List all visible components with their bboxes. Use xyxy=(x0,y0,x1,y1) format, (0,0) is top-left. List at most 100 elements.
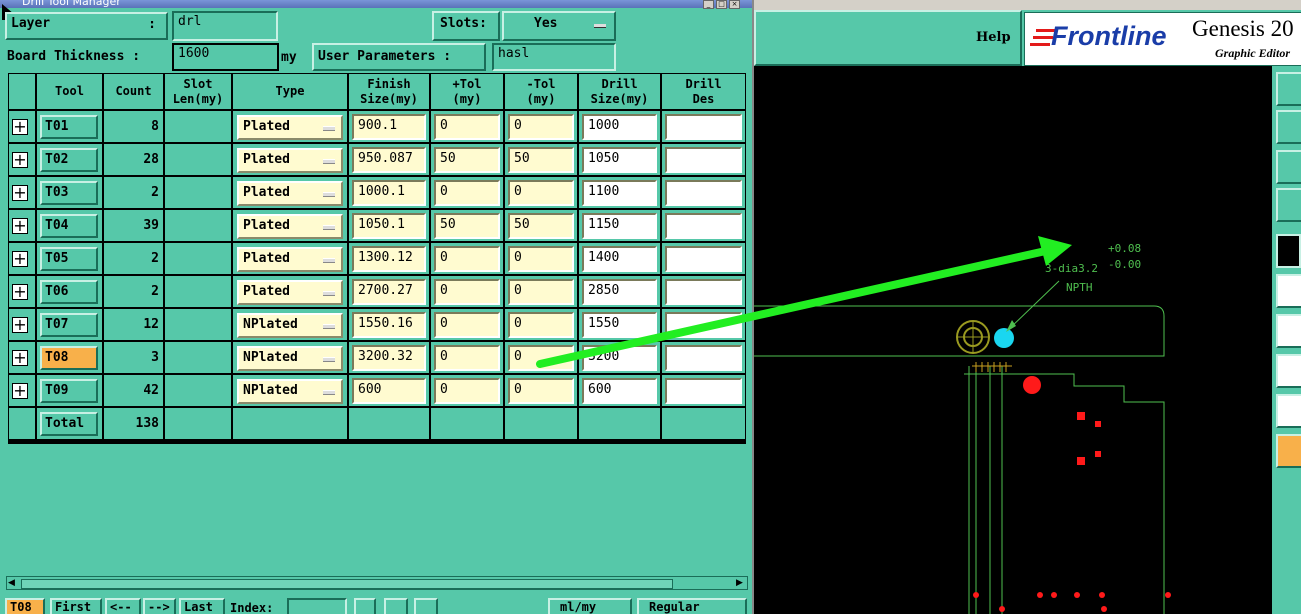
tool-move-icon[interactable] xyxy=(1276,110,1301,144)
drill-des-input[interactable] xyxy=(665,180,742,206)
edit-icon[interactable] xyxy=(384,598,408,614)
type-dropdown[interactable]: Plated xyxy=(237,181,343,206)
expand-icon[interactable]: + xyxy=(12,350,28,366)
plus-tol-input[interactable]: 50 xyxy=(434,213,500,239)
tool-button[interactable]: T07 xyxy=(40,313,98,337)
tool-button[interactable]: T09 xyxy=(40,379,98,403)
type-dropdown[interactable]: Plated xyxy=(237,280,343,305)
scroll-left-icon[interactable]: ◀ xyxy=(8,578,18,588)
index-input[interactable] xyxy=(287,598,347,614)
tool-button[interactable]: T06 xyxy=(40,280,98,304)
drill-size-input[interactable]: 1050 xyxy=(582,147,657,173)
finish-size-input[interactable]: 900.1 xyxy=(352,114,426,140)
tool-button[interactable]: T02 xyxy=(40,148,98,172)
finish-size-input[interactable]: 1550.16 xyxy=(352,312,426,338)
type-dropdown[interactable]: Plated xyxy=(237,247,343,272)
plus-tol-input[interactable]: 0 xyxy=(434,378,500,404)
tool-net-icon[interactable] xyxy=(1276,274,1301,308)
tool-button[interactable]: T03 xyxy=(40,181,98,205)
tool-measure-icon[interactable] xyxy=(1276,188,1301,222)
drill-des-input[interactable] xyxy=(665,279,742,305)
slots-dropdown[interactable]: Yes xyxy=(502,11,616,41)
expand-icon[interactable]: + xyxy=(12,185,28,201)
minus-tol-input[interactable]: 0 xyxy=(508,180,574,206)
scroll-thumb[interactable] xyxy=(21,579,673,589)
prev-button[interactable]: <-- xyxy=(105,598,141,614)
last-button[interactable]: Last xyxy=(179,598,225,614)
minus-tol-input[interactable]: 50 xyxy=(508,147,574,173)
minus-tol-input[interactable]: 0 xyxy=(508,114,574,140)
drill-size-input[interactable]: 600 xyxy=(582,378,657,404)
tool-line-icon[interactable] xyxy=(1276,314,1301,348)
finish-size-input[interactable]: 1300.12 xyxy=(352,246,426,272)
drill-size-input[interactable]: 1550 xyxy=(582,312,657,338)
minus-tol-input[interactable]: 0 xyxy=(508,378,574,404)
type-dropdown[interactable]: NPlated xyxy=(237,379,343,404)
maximize-icon[interactable]: □ xyxy=(716,0,727,9)
drill-des-input[interactable] xyxy=(665,345,742,371)
finish-size-input[interactable]: 600 xyxy=(352,378,426,404)
drill-size-input[interactable]: 1400 xyxy=(582,246,657,272)
first-button[interactable]: First xyxy=(50,598,102,614)
tool-pointer-icon[interactable] xyxy=(1276,434,1301,468)
plus-tol-input[interactable]: 0 xyxy=(434,246,500,272)
grid-icon[interactable] xyxy=(354,598,376,614)
tool-select-area-icon[interactable] xyxy=(1276,354,1301,388)
horizontal-scrollbar[interactable]: ◀ ▶ xyxy=(6,576,748,590)
type-dropdown[interactable]: Plated xyxy=(237,214,343,239)
finish-size-input[interactable]: 1050.1 xyxy=(352,213,426,239)
tool-triangle-icon[interactable] xyxy=(1276,394,1301,428)
tool-resize-icon[interactable] xyxy=(1276,150,1301,184)
user-parameters-input[interactable]: hasl xyxy=(492,43,616,71)
plus-tol-input[interactable]: 0 xyxy=(434,312,500,338)
minus-tol-input[interactable]: 0 xyxy=(508,312,574,338)
drill-des-input[interactable] xyxy=(665,213,742,239)
drill-size-input[interactable]: 2850 xyxy=(582,279,657,305)
type-dropdown[interactable]: Plated xyxy=(237,115,343,140)
tool-button[interactable]: T04 xyxy=(40,214,98,238)
drill-des-input[interactable] xyxy=(665,147,742,173)
tool-pad-icon[interactable] xyxy=(1276,234,1301,268)
tool-button[interactable]: T08 xyxy=(40,346,98,370)
scroll-right-icon[interactable]: ▶ xyxy=(736,578,746,588)
type-dropdown[interactable]: NPlated xyxy=(237,313,343,338)
type-dropdown[interactable]: NPlated xyxy=(237,346,343,371)
type-dropdown[interactable]: Plated xyxy=(237,148,343,173)
drill-des-input[interactable] xyxy=(665,114,742,140)
expand-icon[interactable]: + xyxy=(12,284,28,300)
drill-size-input[interactable]: 1100 xyxy=(582,180,657,206)
tool-button[interactable]: T01 xyxy=(40,115,98,139)
mode-dropdown[interactable]: Regular xyxy=(637,598,747,614)
layer-input[interactable]: drl xyxy=(172,11,278,41)
tool-button[interactable]: T05 xyxy=(40,247,98,271)
drill-size-input[interactable]: 1150 xyxy=(582,213,657,239)
user-parameters-button[interactable]: User Parameters : xyxy=(312,43,486,71)
plus-tol-input[interactable]: 0 xyxy=(434,180,500,206)
finish-size-input[interactable]: 3200.32 xyxy=(352,345,426,371)
finish-size-input[interactable]: 950.087 xyxy=(352,147,426,173)
expand-icon[interactable]: + xyxy=(12,383,28,399)
minus-tol-input[interactable]: 0 xyxy=(508,246,574,272)
drill-des-input[interactable] xyxy=(665,246,742,272)
minus-tol-input[interactable]: 0 xyxy=(508,279,574,305)
close-icon[interactable]: × xyxy=(729,0,740,9)
finish-size-input[interactable]: 1000.1 xyxy=(352,180,426,206)
next-button[interactable]: --> xyxy=(143,598,176,614)
drill-size-input[interactable]: 1000 xyxy=(582,114,657,140)
board-thickness-input[interactable]: 1600 xyxy=(172,43,279,71)
delete-icon[interactable] xyxy=(414,598,438,614)
minus-tol-input[interactable]: 0 xyxy=(508,345,574,371)
expand-icon[interactable]: + xyxy=(12,218,28,234)
drill-des-input[interactable] xyxy=(665,378,742,404)
expand-icon[interactable]: + xyxy=(12,119,28,135)
expand-icon[interactable]: + xyxy=(12,317,28,333)
drill-des-input[interactable] xyxy=(665,312,742,338)
finish-size-input[interactable]: 2700.27 xyxy=(352,279,426,305)
cad-canvas[interactable]: +0.08 -0.00 3-dia3.2 NPTH xyxy=(754,66,1272,614)
tool-copy-icon[interactable] xyxy=(1276,72,1301,106)
drill-size-input[interactable]: 3200 xyxy=(582,345,657,371)
expand-icon[interactable]: + xyxy=(12,152,28,168)
minus-tol-input[interactable]: 50 xyxy=(508,213,574,239)
help-button[interactable]: Help xyxy=(754,10,1022,66)
expand-icon[interactable]: + xyxy=(12,251,28,267)
